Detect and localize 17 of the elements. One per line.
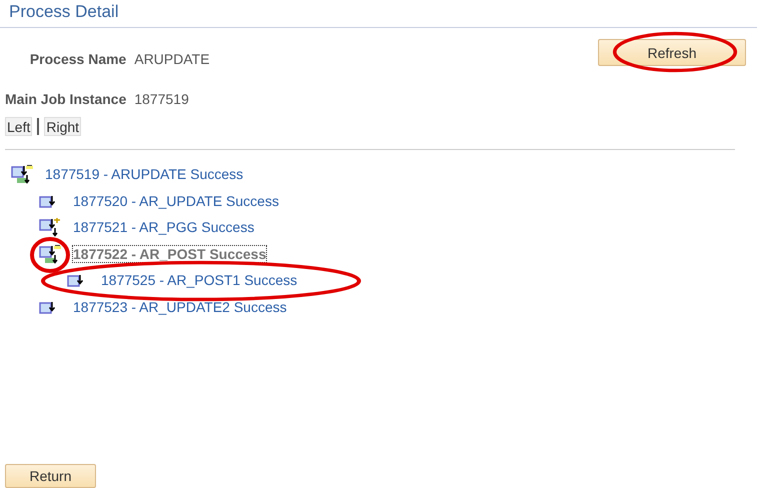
page-title: Process Detail: [0, 0, 757, 28]
refresh-button[interactable]: Refresh: [598, 39, 746, 66]
tree-node-link[interactable]: 1877523 - AR_UPDATE2 Success: [72, 298, 288, 316]
scroll-button[interactable]: Left: [5, 117, 32, 136]
field-value: ARUPDATE: [133, 50, 210, 67]
field-value: 1877519: [133, 90, 190, 107]
expand-icon[interactable]: [39, 218, 61, 238]
tree-node-link[interactable]: 1877520 - AR_UPDATE Success: [72, 192, 280, 210]
collapse-icon[interactable]: [39, 244, 61, 265]
return-button[interactable]: Return: [5, 464, 96, 488]
tree-node-link[interactable]: 1877521 - AR_PGG Success: [72, 218, 256, 236]
field-label: Main Job Instance: [5, 90, 126, 107]
tree-node-link[interactable]: 1877522 - AR_POST Success: [72, 244, 268, 263]
scroll-button[interactable]: Right: [44, 117, 82, 136]
tree-node-link[interactable]: 1877519 - ARUPDATE Success: [44, 165, 244, 184]
collapse-icon[interactable]: [11, 165, 33, 186]
field-label: Process Name: [28, 50, 126, 67]
